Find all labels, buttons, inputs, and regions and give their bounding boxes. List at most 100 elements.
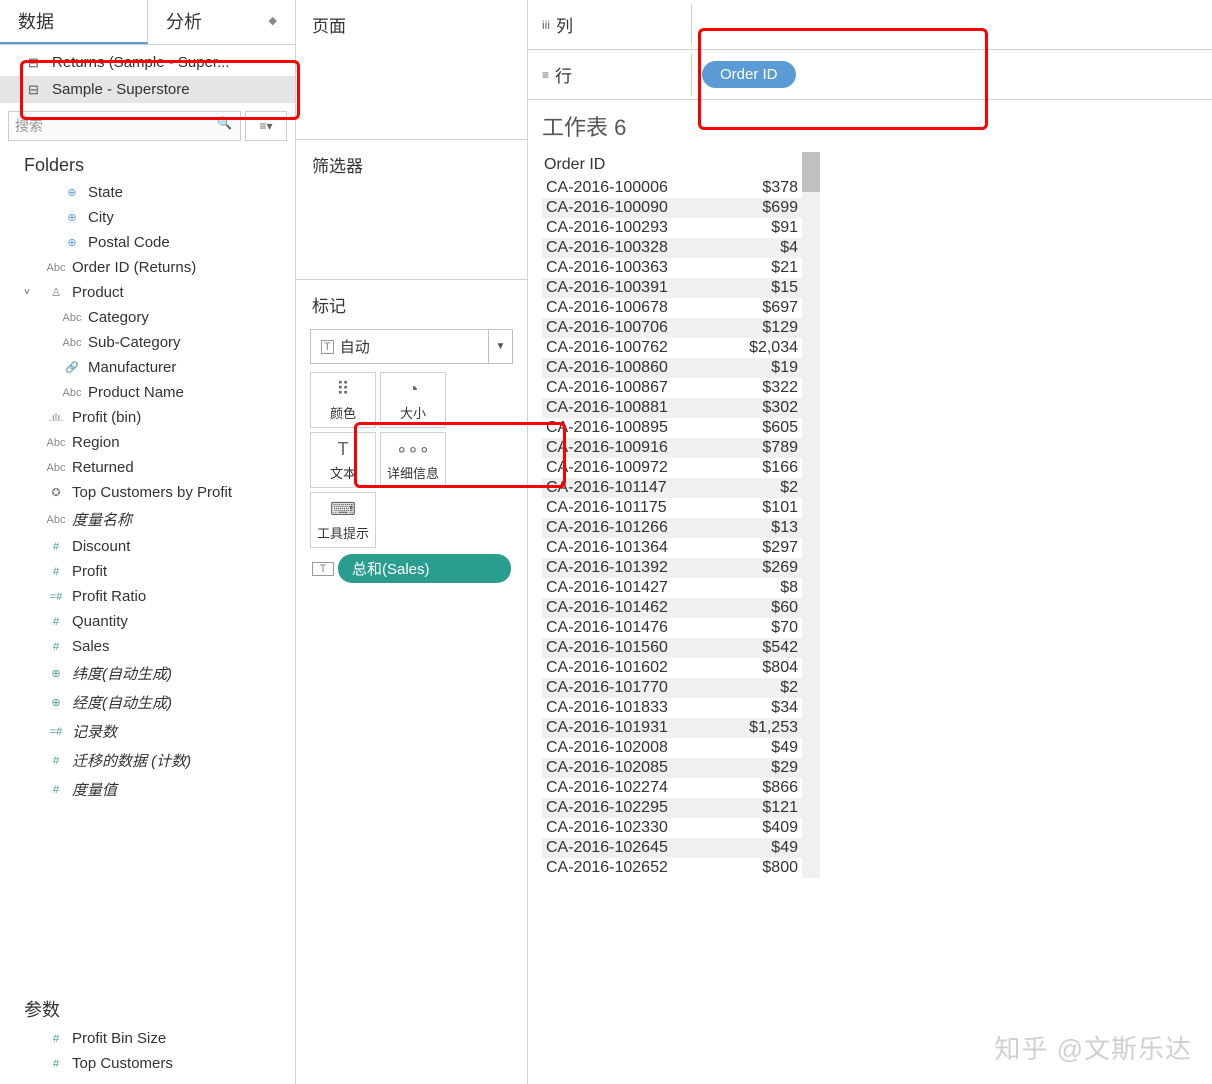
field-top-customers-by-profit[interactable]: ✪Top Customers by Profit [0, 480, 295, 505]
field--[interactable]: ⊕纬度(自动生成) [0, 659, 295, 688]
table-row[interactable]: CA-2016-102295$121 [542, 798, 802, 818]
param-top-customers[interactable]: # Top Customers [0, 1051, 295, 1076]
field-type-icon: # [44, 541, 68, 553]
field-quantity[interactable]: #Quantity [0, 609, 295, 634]
mark-button-工具提示[interactable]: ⌨工具提示 [310, 492, 376, 548]
columns-shelf[interactable] [692, 21, 1212, 29]
table-row[interactable]: CA-2016-102652$800 [542, 858, 802, 878]
table-row[interactable]: CA-2016-102085$29 [542, 758, 802, 778]
field-discount[interactable]: #Discount [0, 534, 295, 559]
table-row[interactable]: CA-2016-101602$804 [542, 658, 802, 678]
search-input[interactable]: 搜索 🔍 [8, 111, 241, 141]
field-label: Category [88, 309, 149, 326]
table-row[interactable]: CA-2016-100006$378 [542, 178, 802, 198]
table-row[interactable]: CA-2016-101833$34 [542, 698, 802, 718]
vertical-scrollbar[interactable] [802, 152, 820, 878]
table-row[interactable]: CA-2016-101476$70 [542, 618, 802, 638]
pages-shelf[interactable] [306, 41, 517, 131]
datasource-item-0[interactable]: ⊟Returns (Sample - Super... [0, 49, 295, 76]
mark-btn-icon: ∘∘∘ [396, 439, 430, 461]
field-label: 度量值 [72, 779, 117, 800]
field-region[interactable]: AbcRegion [0, 430, 295, 455]
mark-button-详细信息[interactable]: ∘∘∘详细信息 [380, 432, 446, 488]
table-row[interactable]: CA-2016-100678$697 [542, 298, 802, 318]
mark-button-颜色[interactable]: ⠿颜色 [310, 372, 376, 428]
tab-data[interactable]: 数据 [0, 0, 148, 44]
field-state[interactable]: ⊕State [0, 180, 295, 205]
field-product[interactable]: ˅♙Product [0, 280, 295, 305]
field-city[interactable]: ⊕City [0, 205, 295, 230]
field--[interactable]: #迁移的数据 (计数) [0, 746, 295, 775]
table-row[interactable]: CA-2016-101392$269 [542, 558, 802, 578]
field--[interactable]: Abc度量名称 [0, 505, 295, 534]
mark-button-文本[interactable]: T文本 [310, 432, 376, 488]
field--[interactable]: #度量值 [0, 775, 295, 804]
field-label: State [88, 184, 123, 201]
table-row[interactable]: CA-2016-100881$302 [542, 398, 802, 418]
datasource-item-1[interactable]: ⊟Sample - Superstore [0, 76, 295, 103]
table-row[interactable]: CA-2016-101931$1,253 [542, 718, 802, 738]
row-pill-orderid[interactable]: Order ID [702, 61, 796, 88]
table-row[interactable]: CA-2016-100895$605 [542, 418, 802, 438]
cell-value: $1,253 [728, 719, 798, 737]
field-label: Profit (bin) [72, 409, 141, 426]
table-row[interactable]: CA-2016-101147$2 [542, 478, 802, 498]
table-row[interactable]: CA-2016-101462$60 [542, 598, 802, 618]
table-row[interactable]: CA-2016-100916$789 [542, 438, 802, 458]
param-profit-bin-size[interactable]: #Profit Bin Size [0, 1026, 295, 1051]
marks-type-dropdown[interactable]: T自动 ▼ [310, 329, 513, 364]
table-row[interactable]: CA-2016-100293$91 [542, 218, 802, 238]
table-row[interactable]: CA-2016-102008$49 [542, 738, 802, 758]
field-label: 记录数 [72, 721, 117, 742]
field--[interactable]: =#记录数 [0, 717, 295, 746]
table-row[interactable]: CA-2016-101770$2 [542, 678, 802, 698]
table-row[interactable]: CA-2016-100867$322 [542, 378, 802, 398]
marks-title: 标记 [306, 288, 517, 321]
marks-dropdown-label: 自动 [340, 336, 370, 357]
table-row[interactable]: CA-2016-101175$101 [542, 498, 802, 518]
table-row[interactable]: CA-2016-100762$2,034 [542, 338, 802, 358]
expand-icon[interactable]: ˅ [24, 287, 38, 298]
field-product-name[interactable]: AbcProduct Name [0, 380, 295, 405]
cell-orderid: CA-2016-100293 [546, 219, 728, 237]
table-row[interactable]: CA-2016-102330$409 [542, 818, 802, 838]
table-row[interactable]: CA-2016-100328$4 [542, 238, 802, 258]
field-sub-category[interactable]: AbcSub-Category [0, 330, 295, 355]
table-row[interactable]: CA-2016-101364$297 [542, 538, 802, 558]
field-postal-code[interactable]: ⊕Postal Code [0, 230, 295, 255]
filters-shelf[interactable] [306, 181, 517, 271]
field-profit[interactable]: #Profit [0, 559, 295, 584]
worksheet-title[interactable]: 工作表 6 [542, 110, 1198, 142]
param-icon: # [44, 1058, 68, 1070]
mark-btn-label: 文本 [330, 463, 356, 482]
table-row[interactable]: CA-2016-101427$8 [542, 578, 802, 598]
mark-pill-sales[interactable]: 总和(Sales) [338, 554, 511, 583]
cell-value: $2,034 [728, 339, 798, 357]
table-row[interactable]: CA-2016-100706$129 [542, 318, 802, 338]
tab-analysis[interactable]: 分析◆ [148, 0, 295, 44]
table-row[interactable]: CA-2016-101266$13 [542, 518, 802, 538]
table-row[interactable]: CA-2016-101560$542 [542, 638, 802, 658]
field--[interactable]: ⊕经度(自动生成) [0, 688, 295, 717]
field-order-id-returns-[interactable]: AbcOrder ID (Returns) [0, 255, 295, 280]
table-row[interactable]: CA-2016-100090$699 [542, 198, 802, 218]
field-sales[interactable]: #Sales [0, 634, 295, 659]
field-profit-bin-[interactable]: .ılı.Profit (bin) [0, 405, 295, 430]
field-type-icon: # [44, 566, 68, 578]
field-category[interactable]: AbcCategory [0, 305, 295, 330]
table-row[interactable]: CA-2016-102645$49 [542, 838, 802, 858]
view-list-button[interactable]: ≡▾ [245, 111, 287, 141]
rows-shelf[interactable]: Order ID [692, 57, 1212, 92]
field-profit-ratio[interactable]: =#Profit Ratio [0, 584, 295, 609]
table-row[interactable]: CA-2016-100972$166 [542, 458, 802, 478]
table-row[interactable]: CA-2016-100363$21 [542, 258, 802, 278]
field-manufacturer[interactable]: 🔗Manufacturer [0, 355, 295, 380]
mark-btn-label: 工具提示 [317, 523, 369, 542]
scrollbar-thumb[interactable] [802, 152, 820, 192]
field-returned[interactable]: AbcReturned [0, 455, 295, 480]
param-label: Top Customers [72, 1055, 173, 1072]
table-row[interactable]: CA-2016-100391$15 [542, 278, 802, 298]
mark-button-大小[interactable]: ◔大小 [380, 372, 446, 428]
table-row[interactable]: CA-2016-100860$19 [542, 358, 802, 378]
table-row[interactable]: CA-2016-102274$866 [542, 778, 802, 798]
